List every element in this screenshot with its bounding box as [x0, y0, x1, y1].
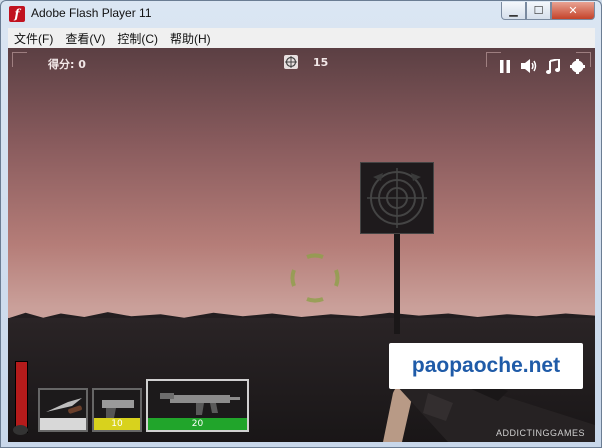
- addicting-games-logo: ADDICTINGGAMES: [495, 428, 585, 438]
- shooting-target[interactable]: [360, 162, 434, 234]
- hud-corner-frame: [12, 52, 27, 67]
- score-display: 得分: 0: [48, 56, 86, 72]
- close-button[interactable]: ✕: [551, 2, 595, 20]
- quality-icon[interactable]: [569, 58, 585, 74]
- score-value: 0: [78, 58, 86, 71]
- sound-icon[interactable]: [521, 58, 537, 74]
- target-pole: [394, 234, 400, 334]
- menu-bar: 文件(F) 查看(V) 控制(C) 帮助(H): [8, 28, 595, 49]
- window-title: Adobe Flash Player 11: [31, 6, 152, 20]
- score-label: 得分:: [48, 58, 75, 71]
- knife-ammo-bar: [40, 418, 86, 430]
- maximize-button[interactable]: ☐: [526, 2, 551, 20]
- weapon-slot-knife[interactable]: [38, 388, 88, 432]
- weapon-slot-pistol[interactable]: 10: [92, 388, 142, 432]
- flash-player-window: f Adobe Flash Player 11 ▁ ☐ ✕ 文件(F) 查看(V…: [0, 0, 602, 448]
- knife-icon: [46, 398, 82, 414]
- menu-file[interactable]: 文件(F): [8, 30, 59, 47]
- minimize-button[interactable]: ▁: [501, 2, 526, 20]
- menu-view[interactable]: 查看(V): [59, 30, 111, 47]
- menu-help[interactable]: 帮助(H): [164, 30, 217, 47]
- target-crosshair-icon: [284, 55, 298, 69]
- smg-icon: [160, 393, 240, 415]
- watermark: paopaoche.net: [389, 343, 583, 389]
- game-viewport[interactable]: 得分: 0 15 10 20 ADDICTINGGAMES paopaoche.…: [8, 48, 595, 442]
- smg-ammo: 20: [148, 418, 247, 430]
- title-bar[interactable]: f Adobe Flash Player 11 ▁ ☐ ✕: [1, 1, 601, 27]
- weapon-slot-smg[interactable]: 20: [146, 379, 249, 432]
- health-bar: [15, 361, 28, 433]
- aim-reticle-icon: [290, 253, 340, 303]
- pistol-ammo: 10: [94, 418, 140, 430]
- flash-player-icon: f: [9, 6, 25, 22]
- targets-count: 15: [313, 55, 329, 69]
- menu-control[interactable]: 控制(C): [111, 30, 164, 47]
- window-controls: ▁ ☐ ✕: [501, 2, 595, 20]
- health-bar-base: [13, 425, 28, 435]
- pistol-icon: [102, 400, 134, 418]
- target-rings-icon: [367, 168, 427, 228]
- targets-remaining: 15: [283, 54, 328, 70]
- pause-icon[interactable]: [497, 58, 513, 74]
- music-icon[interactable]: [545, 58, 561, 74]
